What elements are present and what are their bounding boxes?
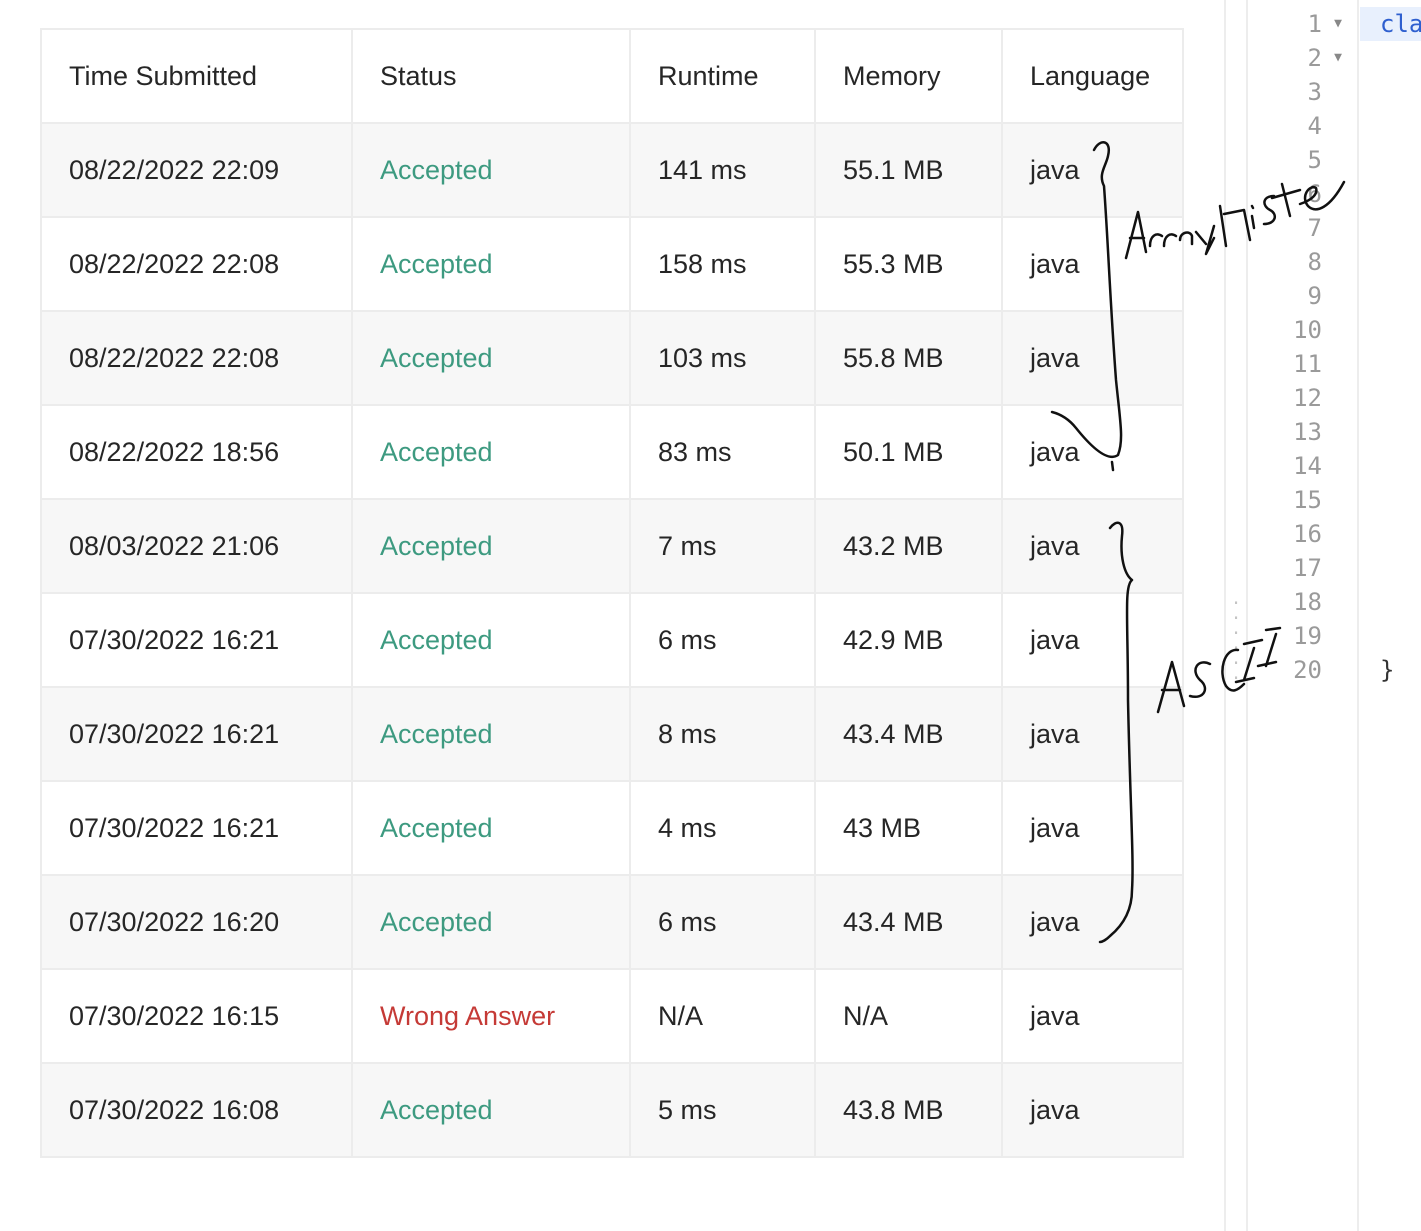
brace-ascii <box>1098 521 1134 944</box>
note-ascii <box>1156 626 1282 714</box>
brace-arraylist <box>1050 141 1123 458</box>
note-arraylist <box>1124 180 1346 260</box>
handwritten-annotations <box>1050 141 1346 944</box>
